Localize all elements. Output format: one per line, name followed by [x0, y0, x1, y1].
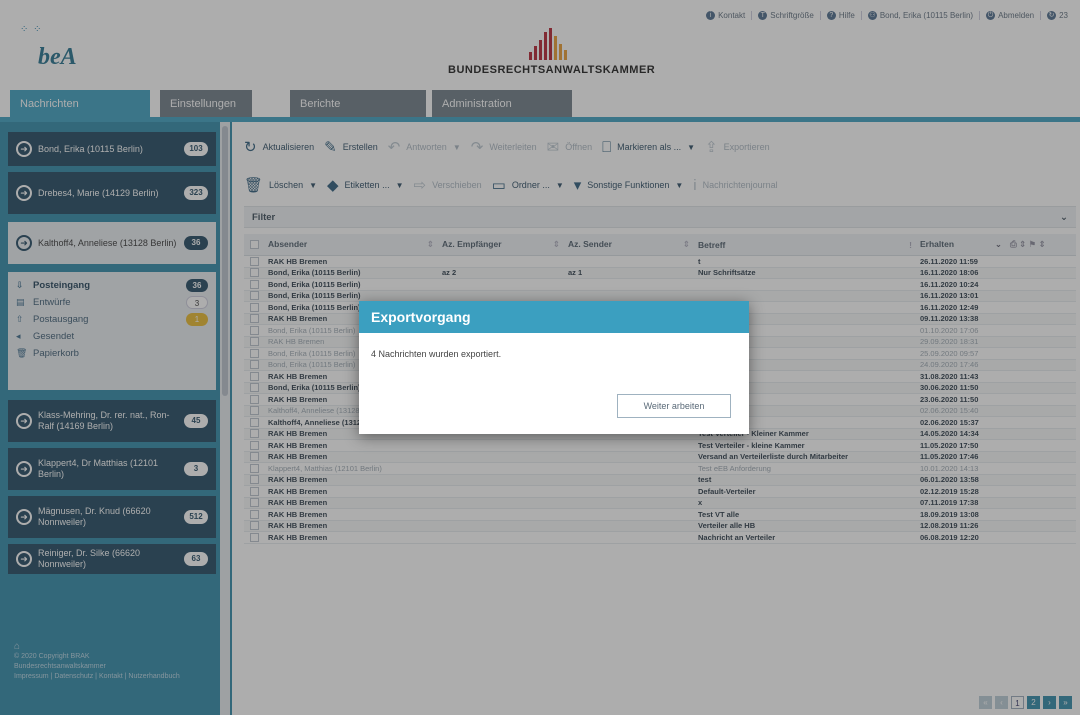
dialog-title: Exportvorgang	[359, 301, 749, 333]
dialog-message: 4 Nachrichten wurden exportiert.	[371, 349, 502, 359]
continue-button[interactable]: Weiter arbeiten	[617, 394, 731, 418]
export-dialog: Exportvorgang 4 Nachrichten wurden expor…	[359, 301, 749, 434]
